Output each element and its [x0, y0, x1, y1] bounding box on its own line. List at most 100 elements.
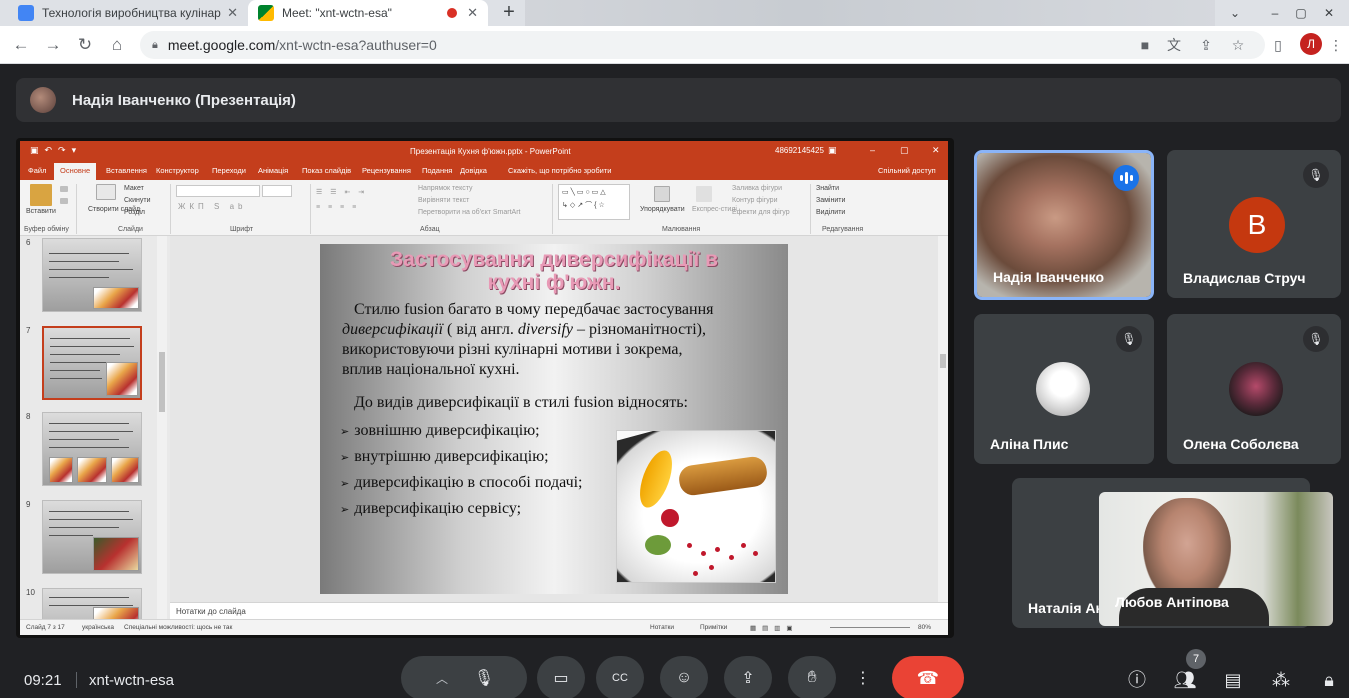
slide-counter: Слайд 7 з 17	[26, 624, 65, 631]
slide-bullet: ➢ зовнішню диверсифікацію;	[340, 422, 540, 440]
meeting-time: 09:21	[24, 672, 62, 689]
raise-hand-button[interactable]: ✋︎	[788, 656, 836, 698]
home-icon[interactable]: ⌂	[106, 34, 128, 56]
paragraph-line: вплив національної кухні.	[342, 361, 520, 378]
participant-name: Наталія Ан	[1028, 600, 1104, 616]
share-icon[interactable]: ⇪	[1196, 35, 1216, 55]
present-button[interactable]: ⇪	[724, 656, 772, 698]
participant-tile-liubov[interactable]: Любов Антіпова	[1099, 492, 1333, 626]
arrow-bullet-icon: ➢	[340, 478, 350, 490]
group-slides: Слайди	[118, 226, 143, 233]
forward-icon[interactable]: →	[42, 34, 64, 56]
arrow-bullet-icon: ➢	[340, 452, 350, 464]
leave-call-button[interactable]: ☎︎	[892, 656, 964, 698]
shape-outline-label: Контур фігури	[732, 197, 778, 204]
participant-tile-nadiia[interactable]: Надія Іванченко	[974, 150, 1154, 300]
participant-tile-alina[interactable]: 🎙︎ Аліна Плис	[974, 314, 1154, 464]
arrow-bullet-icon: ➢	[340, 426, 350, 438]
audio-settings-chevron-icon[interactable]: ︿	[422, 670, 462, 687]
slide-bullet: ➢ диверсифікацію сервісу;	[340, 500, 521, 518]
ppt-menu-file: Файл	[28, 166, 47, 175]
find-label: Знайти	[816, 185, 840, 192]
minimize-icon[interactable]: –	[1262, 0, 1288, 26]
close-tab-icon[interactable]: ✕	[227, 5, 238, 21]
participant-name: Любов Антіпова	[1115, 594, 1229, 610]
host-controls-icon[interactable]: 🔒︎	[1317, 668, 1341, 692]
maximize-icon[interactable]: ▢	[1288, 0, 1314, 26]
replace-label: Замінити	[816, 197, 846, 204]
ppt-menu-animation: Анімація	[258, 166, 289, 175]
participant-tile-olena[interactable]: 🎙︎ Олена Соболєва	[1167, 314, 1341, 464]
meeting-info-icon[interactable]: ⓘ	[1125, 668, 1149, 692]
avatar-letter: В	[1229, 197, 1285, 253]
thumb-number: 7	[26, 326, 31, 335]
font-size-box	[262, 185, 292, 197]
slide-notes: Нотатки до слайда	[170, 602, 948, 619]
language-indicator: українська	[82, 624, 114, 631]
presenter-title: Надія Іванченко (Презентація)	[72, 91, 296, 109]
close-window-icon[interactable]: ✕	[1316, 0, 1342, 26]
accessibility-status: Спеціальні можливості: щось не так	[124, 624, 233, 631]
tab-search-icon[interactable]: ⌄	[1222, 0, 1248, 26]
shared-screen: ▣↶↷▾ Презентація Кухня ф'южн.pptx - Powe…	[16, 138, 954, 638]
participant-name: Владислав Струч	[1183, 270, 1306, 286]
group-editing: Редагування	[822, 226, 864, 233]
docs-favicon-icon	[18, 5, 34, 21]
menu-kebab-icon[interactable]: ⋮	[1326, 35, 1346, 55]
slide-paragraph-1: Стилю fusion багато в чому передбачає за…	[342, 300, 772, 380]
close-tab-icon[interactable]: ✕	[467, 5, 478, 21]
captions-button[interactable]: CC	[596, 656, 644, 698]
reload-icon[interactable]: ↻	[74, 34, 96, 56]
shapes-icons-2: ↳◇↗⌒{☆	[562, 202, 607, 209]
captions-icon: CC	[612, 672, 628, 684]
profile-avatar[interactable]: Л	[1300, 33, 1322, 55]
bullet-text: диверсифікацію сервісу;	[354, 500, 522, 517]
ppt-menu-slideshow: Показ слайдів	[302, 166, 352, 175]
more-options-button[interactable]: ⋮	[848, 656, 878, 698]
thumb-number: 9	[26, 500, 31, 509]
ppt-menu-help: Довідка	[460, 166, 487, 175]
ppt-menu-review: Рецензування	[362, 166, 411, 175]
camera-in-use-icon[interactable]: ■	[1135, 35, 1155, 55]
chat-icon[interactable]: ▤	[1221, 668, 1245, 692]
slide-thumbnail-9	[42, 500, 142, 574]
back-icon[interactable]: ←	[10, 34, 32, 56]
ppt-menu-transitions: Переходи	[212, 166, 246, 175]
zoom-level: 80%	[918, 624, 932, 631]
align-icons: ≡ ≡ ≡ ≡	[316, 204, 360, 211]
ppt-menu-view: Подання	[422, 166, 453, 175]
participant-tile-vladyslav[interactable]: 🎙︎ В Владислав Струч	[1167, 150, 1341, 298]
arrange-icon	[654, 186, 670, 202]
bookmark-star-icon[interactable]: ☆	[1228, 35, 1248, 55]
activities-icon[interactable]: ⁂	[1269, 668, 1293, 692]
align-text-label: Вирівняти текст	[418, 197, 470, 204]
comments-button: Примітки	[700, 624, 728, 631]
notes-button: Нотатки	[650, 624, 674, 631]
people-icon[interactable]: 👥︎	[1173, 668, 1197, 692]
copy-icon	[60, 198, 68, 204]
thumb-image	[111, 457, 139, 483]
bullet-text: диверсифікацію в способі подачі;	[354, 474, 583, 491]
group-clipboard: Буфер обміну	[24, 226, 69, 233]
reactions-button[interactable]: ☺	[660, 656, 708, 698]
recording-indicator-icon	[447, 8, 458, 18]
browser-tab-meet[interactable]: Meet: "xnt-wctn-esa" ✕	[248, 0, 488, 26]
participant-name: Надія Іванченко	[993, 269, 1105, 285]
quick-access-icons: ▣↶↷▾	[30, 145, 83, 155]
url-field[interactable]: 🔒︎ meet.google.com/xnt-wctn-esa?authuser…	[140, 31, 1265, 59]
side-panel-icon[interactable]: ▯	[1268, 35, 1288, 55]
ppt-menu-home: Основне	[54, 163, 97, 180]
present-screen-icon: ⇪	[741, 670, 755, 687]
browser-tab-course[interactable]: Технологія виробництва кулінар ✕	[8, 0, 248, 26]
group-drawing: Малювання	[662, 226, 701, 233]
layout-label: Макет	[124, 185, 144, 192]
font-format-icons: ЖКП S ab	[178, 202, 247, 211]
thumb-number: 10	[26, 588, 35, 597]
arrow-bullet-icon: ➢	[340, 504, 350, 516]
ppt-title-bar: ▣↶↷▾ Презентація Кухня ф'южн.pptx - Powe…	[20, 141, 948, 161]
font-name-box	[176, 185, 260, 197]
new-tab-button[interactable]: +	[496, 2, 522, 24]
browser-tab-strip: Технологія виробництва кулінар ✕ Meet: "…	[0, 0, 1349, 26]
camera-button[interactable]: ▭	[537, 656, 585, 698]
translate-icon[interactable]: 文	[1164, 35, 1184, 55]
